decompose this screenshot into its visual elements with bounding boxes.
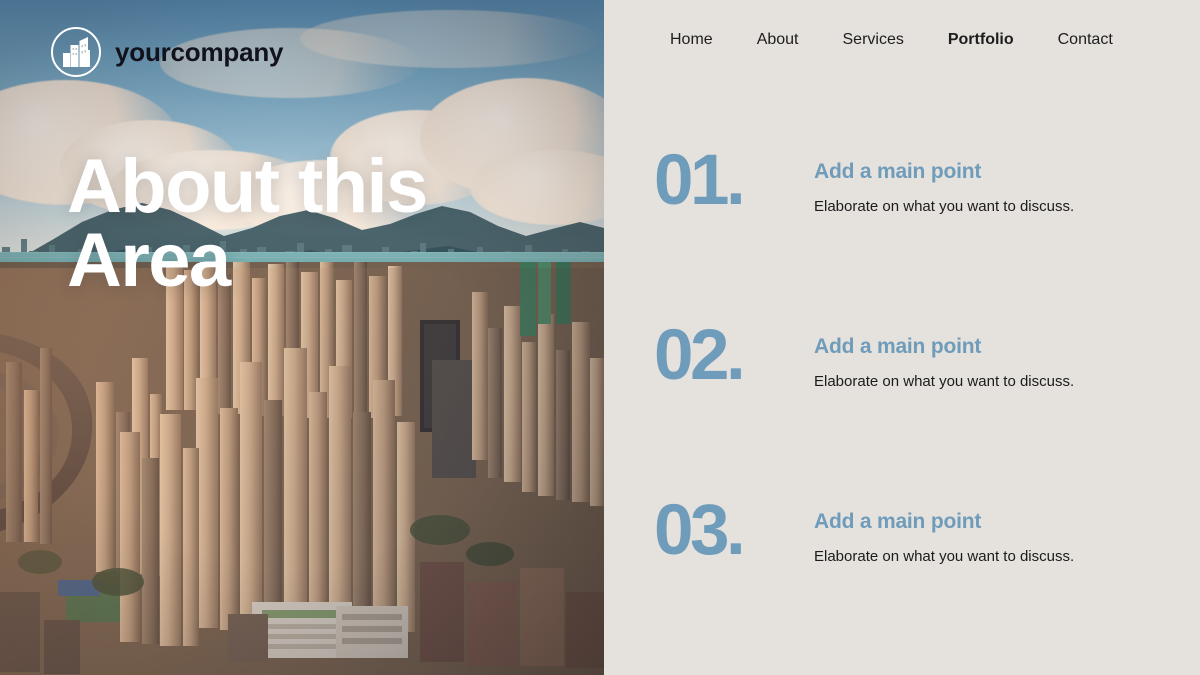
point-content: Add a main point Elaborate on what you w…: [814, 148, 1174, 217]
point-content: Add a main point Elaborate on what you w…: [814, 323, 1174, 392]
nav-item-portfolio[interactable]: Portfolio: [926, 31, 1036, 49]
nav-item-contact[interactable]: Contact: [1036, 31, 1135, 49]
content-panel: Home About Services Portfolio Contact 01…: [604, 0, 1200, 675]
list-item: 03. Add a main point Elaborate on what y…: [654, 491, 1174, 673]
main-points-list: 01. Add a main point Elaborate on what y…: [654, 141, 1174, 673]
point-number: 02.: [654, 316, 746, 395]
cityscape-photo: [0, 0, 604, 675]
point-heading: Add a main point: [814, 510, 982, 533]
point-description: Elaborate on what you want to discuss.: [814, 198, 1075, 216]
main-navigation: Home About Services Portfolio Contact: [648, 31, 1135, 49]
list-item: 02. Add a main point Elaborate on what y…: [654, 316, 1174, 498]
nav-item-services[interactable]: Services: [821, 31, 926, 49]
nav-item-home[interactable]: Home: [648, 31, 735, 49]
point-heading: Add a main point: [814, 335, 982, 358]
point-content: Add a main point Elaborate on what you w…: [814, 498, 1174, 567]
slide-root: yourcompany About this Area Home About S…: [0, 0, 1200, 675]
brand-logo[interactable]: yourcompany: [50, 26, 283, 78]
point-description: Elaborate on what you want to discuss.: [814, 548, 1075, 566]
point-number: 03.: [654, 491, 746, 570]
list-item: 01. Add a main point Elaborate on what y…: [654, 141, 1174, 323]
page-title: About this Area: [67, 144, 428, 303]
nav-item-about[interactable]: About: [735, 31, 821, 49]
foreground-buildings: [0, 262, 604, 675]
city-buildings-circle-logo-icon: [51, 27, 101, 77]
point-heading: Add a main point: [814, 160, 982, 183]
point-description: Elaborate on what you want to discuss.: [814, 373, 1075, 391]
hero-image-panel: yourcompany About this Area: [0, 0, 604, 675]
point-number: 01.: [654, 141, 746, 220]
brand-name: yourcompany: [115, 37, 284, 67]
cloud-shape: [300, 10, 600, 68]
